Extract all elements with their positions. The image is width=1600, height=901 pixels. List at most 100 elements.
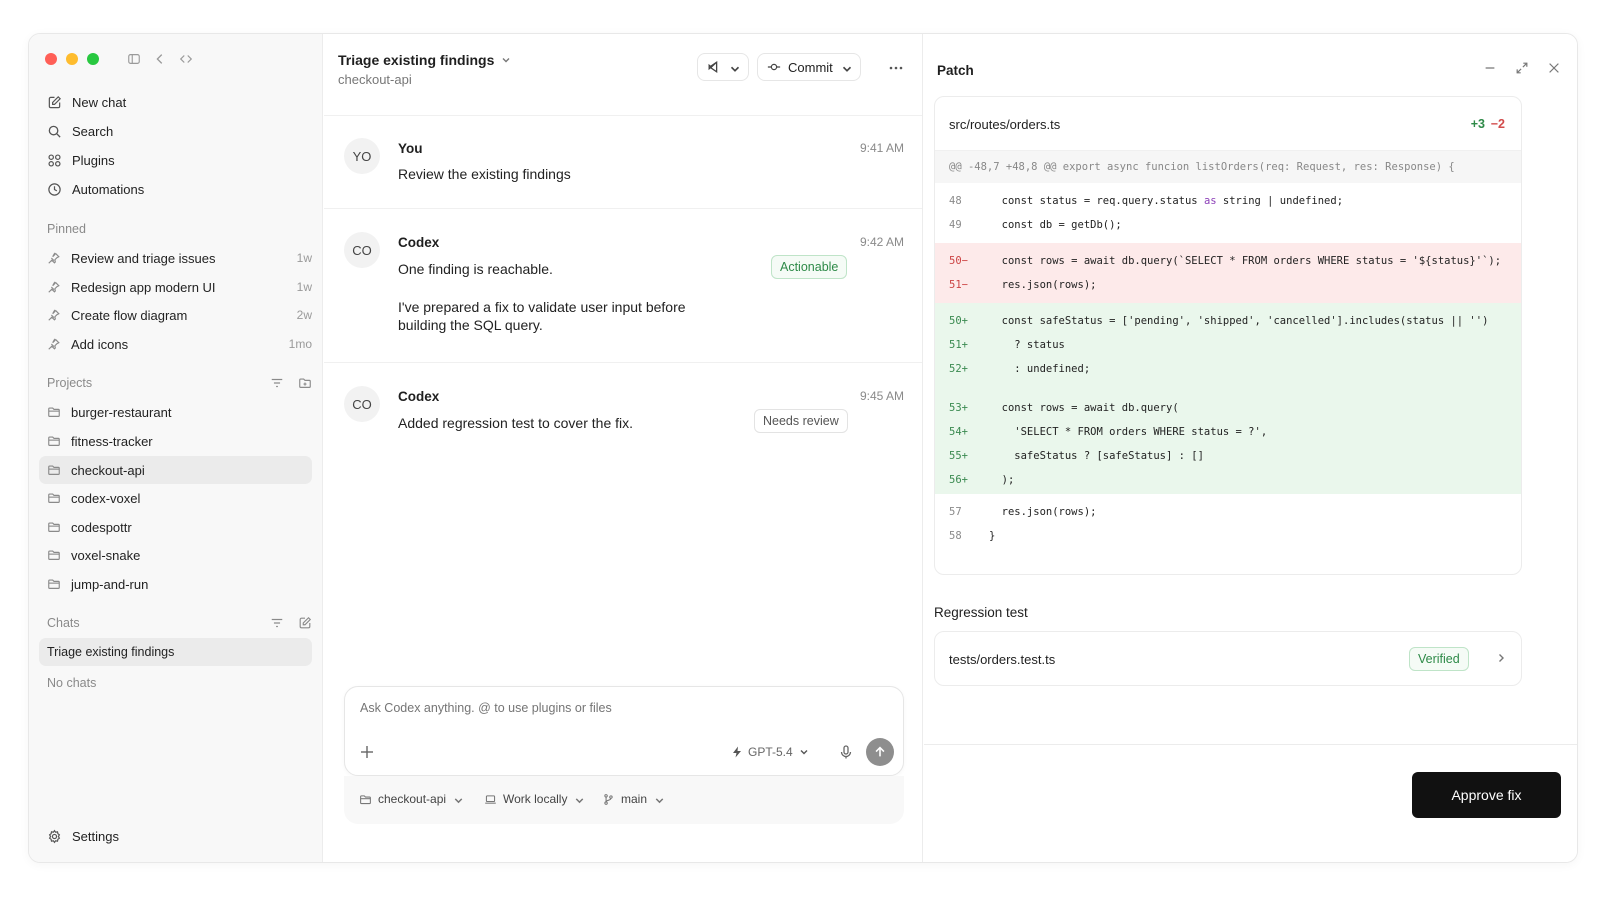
sidebar-toggle-icon[interactable] [127, 52, 141, 66]
code-line: 48 const status = req.query.status as st… [935, 189, 1521, 213]
nav-label: Search [72, 123, 114, 139]
line-number: 53+ [949, 402, 968, 414]
message-text: I've prepared a fix to validate user inp… [398, 299, 686, 333]
nav-new-chat[interactable]: New chat [47, 91, 126, 113]
project-label: codex-voxel [71, 490, 141, 506]
app-window: New chat Search Plugins Automations Pinn… [28, 33, 1578, 863]
project-item[interactable]: codex-voxel [39, 484, 312, 512]
pinned-label: Review and triage issues [71, 250, 216, 266]
diff-viewer: src/routes/orders.ts +3 −2 @@ -48,7 +48,… [934, 96, 1522, 575]
pinned-item[interactable]: Create flow diagram 2w [47, 304, 312, 326]
back-icon[interactable] [153, 52, 167, 66]
project-selector[interactable]: checkout-api [359, 792, 463, 806]
added-line: 50+ const safeStatus = ['pending', 'ship… [935, 309, 1521, 333]
code-text: ? status [989, 339, 1065, 351]
project-item[interactable]: voxel-snake [39, 541, 312, 569]
compose-icon[interactable] [298, 616, 312, 630]
pinned-heading: Pinned [47, 222, 86, 236]
branch-selector[interactable]: main [602, 792, 664, 806]
message: CO Codex 9:42 AM One finding is reachabl… [324, 209, 922, 363]
regression-test-item[interactable]: tests/orders.test.ts Verified [934, 631, 1522, 686]
project-item-active[interactable]: checkout-api [39, 456, 312, 484]
sidebar: New chat Search Plugins Automations Pinn… [29, 34, 323, 862]
chats-tools [270, 616, 312, 630]
pinned-label: Redesign app modern UI [71, 279, 216, 295]
message-text: Added regression test to cover the fix. [398, 415, 634, 431]
message: CO Codex 9:45 AM Added regression test t… [324, 363, 922, 453]
close-window-button[interactable] [45, 53, 57, 65]
clock-icon [47, 182, 62, 197]
add-attachment-icon[interactable] [359, 744, 375, 760]
project-item[interactable]: codespottr [39, 513, 312, 541]
pinned-item[interactable]: Redesign app modern UI 1w [47, 276, 312, 298]
panel-footer: Approve fix [924, 744, 1577, 862]
line-number: 58 [949, 530, 962, 542]
pinned-age: 1w [296, 280, 312, 294]
gear-icon [47, 829, 62, 844]
more-options-icon[interactable] [888, 60, 904, 76]
pinned-label: Add icons [71, 336, 129, 352]
new-folder-icon[interactable] [298, 376, 312, 390]
line-number: 49 [949, 219, 962, 231]
deletions-count: −2 [1490, 117, 1505, 131]
deleted-line: 50− const rows = await db.query(`SELECT … [935, 249, 1521, 273]
project-label: fitness-tracker [71, 433, 153, 449]
conversation-header: Triage existing findings checkout-api Co… [324, 34, 922, 116]
diff-filename: src/routes/orders.ts [949, 117, 1061, 132]
nav-automations[interactable]: Automations [47, 178, 144, 200]
nav-plugins[interactable]: Plugins [47, 149, 115, 171]
nav-search[interactable]: Search [47, 120, 113, 142]
project-label: checkout-api [378, 792, 447, 806]
chat-item[interactable]: Triage existing findings [39, 638, 312, 666]
pin-icon [47, 337, 71, 351]
settings-button[interactable]: Settings [47, 829, 119, 844]
project-label: checkout-api [71, 462, 145, 478]
line-number: 57 [949, 506, 962, 518]
work-mode-selector[interactable]: Work locally [484, 792, 584, 806]
editor-dropdown-button[interactable] [697, 53, 749, 81]
thread-title-dropdown[interactable]: Triage existing findings [338, 52, 512, 68]
minimize-window-button[interactable] [66, 53, 78, 65]
code-text: } [989, 530, 996, 542]
folder-icon [47, 491, 71, 505]
code-line: 49 const db = getDb(); [935, 213, 1521, 237]
pinned-label: Create flow diagram [71, 307, 188, 323]
line-number: 48 [949, 195, 962, 207]
pin-icon [47, 280, 71, 294]
project-item[interactable]: fitness-tracker [39, 427, 312, 455]
pinned-item[interactable]: Add icons 1mo [47, 333, 312, 355]
added-line: 56+ ); [935, 468, 1521, 492]
expand-icon[interactable] [1515, 61, 1529, 75]
filter-icon[interactable] [270, 376, 284, 390]
microphone-icon[interactable] [838, 744, 854, 760]
folder-icon [47, 520, 71, 534]
commit-button[interactable]: Commit [757, 53, 861, 81]
avatar: YO [344, 138, 380, 174]
status-badge: Actionable [771, 255, 848, 279]
message-author: You [398, 141, 423, 156]
folder-icon [47, 577, 71, 591]
chevron-down-icon [573, 794, 584, 804]
filter-icon[interactable] [270, 616, 284, 630]
code-line: 58} [935, 524, 1521, 548]
regression-test-file: tests/orders.test.ts [949, 652, 1056, 667]
code-text: 'SELECT * FROM orders WHERE status = ?', [989, 426, 1268, 438]
line-number: 55+ [949, 450, 968, 462]
send-button[interactable] [866, 738, 894, 766]
pinned-item[interactable]: Review and triage issues 1w [47, 247, 312, 269]
minimize-icon[interactable] [1483, 61, 1497, 75]
added-line: 54+ 'SELECT * FROM orders WHERE status =… [935, 420, 1521, 444]
line-number: 54+ [949, 426, 968, 438]
close-icon[interactable] [1547, 61, 1561, 75]
line-number: 51− [949, 279, 968, 291]
project-item[interactable]: jump-and-run [39, 570, 312, 598]
message-input[interactable] [360, 701, 860, 715]
maximize-window-button[interactable] [87, 53, 99, 65]
project-item[interactable]: burger-restaurant [39, 398, 312, 426]
chats-heading: Chats [47, 616, 80, 630]
code-icon[interactable] [179, 52, 193, 66]
branch-label: main [621, 792, 648, 806]
model-selector[interactable]: GPT-5.4 [731, 745, 810, 759]
approve-fix-button[interactable]: Approve fix [1412, 772, 1561, 818]
search-icon [47, 124, 62, 139]
